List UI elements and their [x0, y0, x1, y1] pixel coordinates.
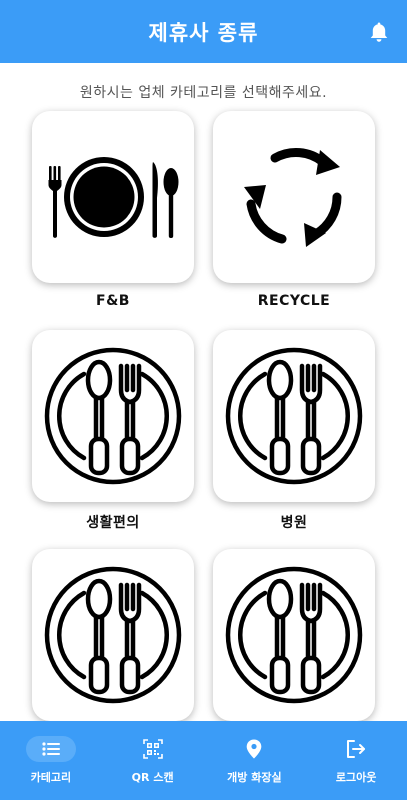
category-label: RECYCLE [257, 293, 331, 309]
logout-icon [347, 740, 366, 758]
plate-spoon-fork-icon [44, 566, 182, 704]
plate-spoon-fork-icon [225, 566, 363, 704]
category-card-recycle[interactable] [213, 111, 375, 283]
tab-label: 개방 화장실 [227, 771, 282, 784]
tab-qr-scan[interactable]: QR 스캔 [102, 721, 204, 800]
category-label: 생활편의 [86, 515, 140, 531]
qr-code-icon [142, 739, 163, 759]
tab-label: 카테고리 [30, 771, 72, 784]
list-icon [42, 742, 60, 756]
category-card-6[interactable] [213, 549, 375, 721]
category-card-5[interactable] [32, 549, 194, 721]
tab-icon-wrap [246, 736, 262, 762]
category-card-living[interactable] [32, 330, 194, 502]
tab-logout[interactable]: 로그아웃 [305, 721, 407, 800]
bottom-tab-bar: 카테고리 QR 스캔 개방 화장실 로그아웃 [0, 721, 407, 800]
plate-spoon-fork-icon [44, 347, 182, 485]
tab-icon-wrap [142, 736, 163, 762]
active-tab-indicator [25, 736, 76, 762]
category-grid: F&B RECYCLE 생활편의 병원 [0, 0, 407, 800]
category-label: F&B [96, 293, 130, 309]
recycle-arrows-icon [244, 148, 342, 247]
tab-label: 로그아웃 [335, 771, 377, 784]
tab-icon-wrap [346, 736, 366, 762]
category-label: 병원 [280, 515, 308, 531]
location-pin-icon [247, 739, 262, 759]
plate-fork-knife-spoon-icon [48, 157, 179, 238]
category-card-fnb[interactable] [32, 111, 194, 283]
tab-category[interactable]: 카테고리 [0, 721, 102, 800]
category-card-hospital[interactable] [213, 330, 375, 502]
tab-open-restroom[interactable]: 개방 화장실 [204, 721, 306, 800]
plate-spoon-fork-icon [225, 347, 363, 485]
tab-label: QR 스캔 [131, 771, 174, 784]
